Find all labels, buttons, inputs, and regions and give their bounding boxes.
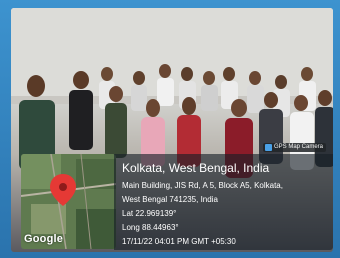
datetime-text: 17/11/22 04:01 PM GMT +05:30 — [122, 237, 236, 246]
address-line-1: Main Building, JIS Rd, A 5, Block A5, Ko… — [122, 181, 283, 190]
group-photo: GPS Map Camera Google Kolkata, West Beng — [11, 8, 333, 252]
gps-map-camera-tag: GPS Map Camera — [263, 143, 327, 152]
address-line-2: West Bengal 741235, India — [122, 195, 218, 204]
location-title: Kolkata, West Bengal, India — [122, 161, 270, 175]
geotag-info-panel: Kolkata, West Bengal, India Main Buildin… — [114, 154, 333, 250]
google-logo: Google — [24, 233, 64, 245]
photo-frame: GPS Map Camera Google Kolkata, West Beng — [0, 0, 340, 258]
gps-camera-icon — [265, 144, 272, 151]
latitude-text: Lat 22.969139° — [122, 209, 177, 218]
location-map-thumbnail: Google — [21, 154, 116, 249]
longitude-text: Long 88.44963° — [122, 223, 179, 232]
gps-tag-label: GPS Map Camera — [274, 144, 324, 150]
